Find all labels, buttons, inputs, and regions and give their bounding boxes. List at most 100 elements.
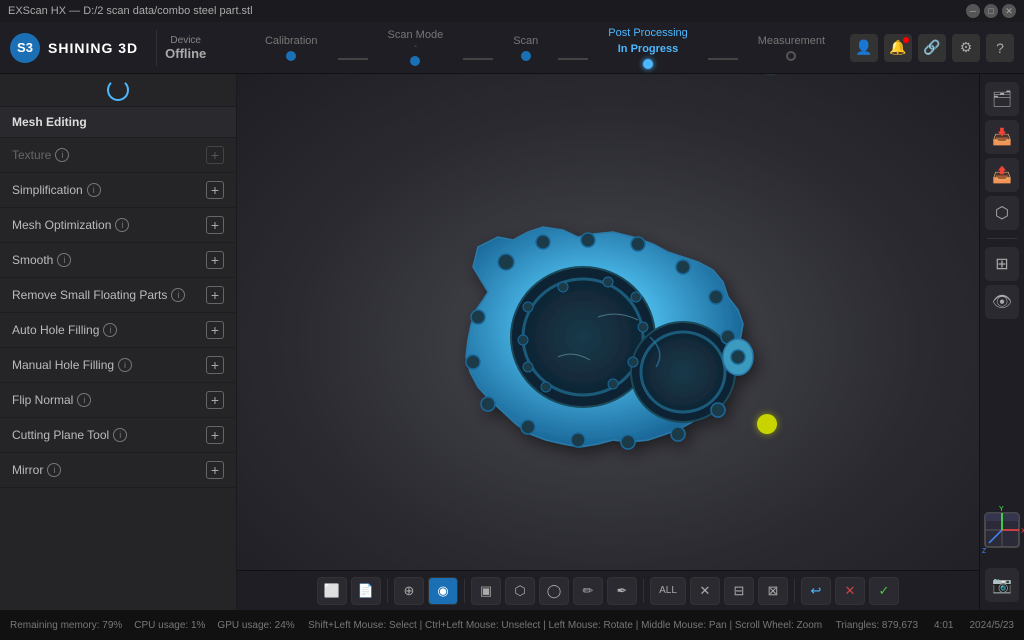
nav-line-3 [558,58,588,60]
svg-text:Z: Z [982,548,987,555]
manual-hole-info-icon: i [118,358,132,372]
simplification-plus-icon[interactable]: + [206,181,224,199]
sidebar-item-cutting-plane[interactable]: Cutting Plane Tool i + [0,418,236,453]
loading-spinner [107,79,129,101]
cursor-dot [757,414,777,434]
device-label: Device [170,35,201,46]
sidebar-item-manual-hole-right: + [206,356,224,374]
toolbar-cancel-btn[interactable]: ✕ [835,577,865,605]
right-panel: 🗂 📥 📤 ⬡ ⊞ 👁 X Y Z 📷 [979,74,1024,610]
toolbar-confirm-btn[interactable]: ✓ [869,577,899,605]
logo-icon: S3 [10,33,40,63]
nav-step-measurement[interactable]: Measurement [738,35,845,61]
sidebar-item-flip-normal-right: + [206,391,224,409]
cutting-plane-plus-icon[interactable]: + [206,426,224,444]
nav-step-scan[interactable]: Scan [493,35,558,61]
export-button[interactable]: 📤 [985,158,1019,192]
sidebar-item-texture[interactable]: Texture i + [0,138,236,173]
toolbar-desel-btn[interactable]: ✕ [690,577,720,605]
sidebar-item-auto-hole[interactable]: Auto Hole Filling i + [0,313,236,348]
snap-button[interactable]: ⊞ [985,247,1019,281]
tb-sep-1 [387,579,388,603]
sidebar-item-cutting-plane-left: Cutting Plane Tool i [12,428,127,442]
toolbar-all-btn[interactable]: ALL [650,577,686,605]
toolbar-paste-btn[interactable]: 📄 [351,577,381,605]
nav-step-calibration-label: Calibration [265,35,318,47]
camera-button[interactable]: 📷 [985,568,1019,602]
sidebar-item-manual-hole[interactable]: Manual Hole Filling i + [0,348,236,383]
all-icon: ALL [659,585,677,596]
3d-view-button[interactable]: ⬡ [985,196,1019,230]
mesh-icon: ◉ [437,583,448,599]
sidebar-item-texture-left: Texture i [12,148,69,162]
account-button[interactable]: 👤 [850,34,878,62]
sidebar-item-smooth-label: Smooth [12,253,53,267]
close-button[interactable]: ✕ [1002,4,1016,18]
sidebar-item-mesh-optimization-left: Mesh Optimization i [12,218,129,232]
notifications-button[interactable]: 🔔 [884,34,912,62]
toolbar-draw-btn[interactable]: ✏ [573,577,603,605]
nav-step-scanmode[interactable]: Scan Mode - [368,29,464,66]
nav-step-postprocessing-status: In Progress [618,43,679,55]
sidebar-item-flip-normal[interactable]: Flip Normal i + [0,383,236,418]
mirror-plus-icon[interactable]: + [206,461,224,479]
minimize-button[interactable]: ─ [966,4,980,18]
toolbar-box-select-btn[interactable]: ▣ [471,577,501,605]
date-display: 2024/5/23 [970,620,1015,631]
nav-step-measurement-dot [786,51,796,61]
gpu-status: GPU usage: 24% [217,620,294,631]
sidebar-item-simplification[interactable]: Simplification i + [0,173,236,208]
files-button[interactable]: 🗂 [985,82,1019,116]
sidebar-item-mesh-optimization-label: Mesh Optimization [12,218,111,232]
nav-step-calibration[interactable]: Calibration [245,35,338,61]
nav-step-postprocessing[interactable]: Post Processing In Progress [588,27,707,69]
nav-step-scanmode-dot [410,56,420,66]
toolbar-clear-btn[interactable]: ⊠ [758,577,788,605]
import-button[interactable]: 📥 [985,120,1019,154]
maximize-button[interactable]: □ [984,4,998,18]
toolbar-lasso-btn[interactable]: ⬡ [505,577,535,605]
nav-step-calibration-dot [286,51,296,61]
share-button[interactable]: 🔗 [918,34,946,62]
texture-plus-icon[interactable]: + [206,146,224,164]
toolbar-mesh-btn[interactable]: ◉ [428,577,458,605]
tb-sep-4 [794,579,795,603]
nav-step-postprocessing-label: Post Processing [608,27,687,39]
sidebar-item-remove-floating-left: Remove Small Floating Parts i [12,288,185,302]
toolbar-pen-btn[interactable]: ✒ [607,577,637,605]
sidebar-section-title: Mesh Editing [0,107,236,138]
header: S3 SHINING 3D Device Offline Calibration… [0,22,1024,74]
time-display: 4:01 [934,620,953,631]
flip-normal-plus-icon[interactable]: + [206,391,224,409]
sidebar-item-cutting-plane-right: + [206,426,224,444]
sidebar-item-manual-hole-label: Manual Hole Filling [12,358,114,372]
window-controls: ─ □ ✕ [966,4,1016,18]
statusbar-right: Triangles: 879,673 4:01 2024/5/23 [836,620,1014,631]
toolbar-circle-btn[interactable]: ◯ [539,577,569,605]
sidebar-item-smooth[interactable]: Smooth i + [0,243,236,278]
remove-floating-plus-icon[interactable]: + [206,286,224,304]
sidebar-item-remove-floating[interactable]: Remove Small Floating Parts i + [0,278,236,313]
memory-status: Remaining memory: 79% [10,620,122,631]
sidebar-item-mirror[interactable]: Mirror i + [0,453,236,488]
toolbar-undo-btn[interactable]: ↩ [801,577,831,605]
toolbar-copy-btn[interactable]: ⬜ [317,577,347,605]
toolbar-layers-btn[interactable]: ⊕ [394,577,424,605]
smooth-plus-icon[interactable]: + [206,251,224,269]
sidebar-item-simplification-right: + [206,181,224,199]
3d-viewport[interactable] [237,74,979,610]
sidebar-item-remove-floating-right: + [206,286,224,304]
clear-icon: ⊠ [768,583,779,599]
mesh-optimization-info-icon: i [115,218,129,232]
help-button[interactable]: ? [986,34,1014,62]
nav-steps: Calibration Scan Mode - Scan Post Proces… [240,27,850,69]
sidebar-item-mesh-optimization[interactable]: Mesh Optimization i + [0,208,236,243]
mesh-optimization-plus-icon[interactable]: + [206,216,224,234]
settings-button[interactable]: ⚙ [952,34,980,62]
deselect-icon: ✕ [700,583,711,599]
cutting-plane-info-icon: i [113,428,127,442]
toolbar-invert-btn[interactable]: ⊟ [724,577,754,605]
auto-hole-plus-icon[interactable]: + [206,321,224,339]
manual-hole-plus-icon[interactable]: + [206,356,224,374]
eye-button[interactable]: 👁 [985,285,1019,319]
